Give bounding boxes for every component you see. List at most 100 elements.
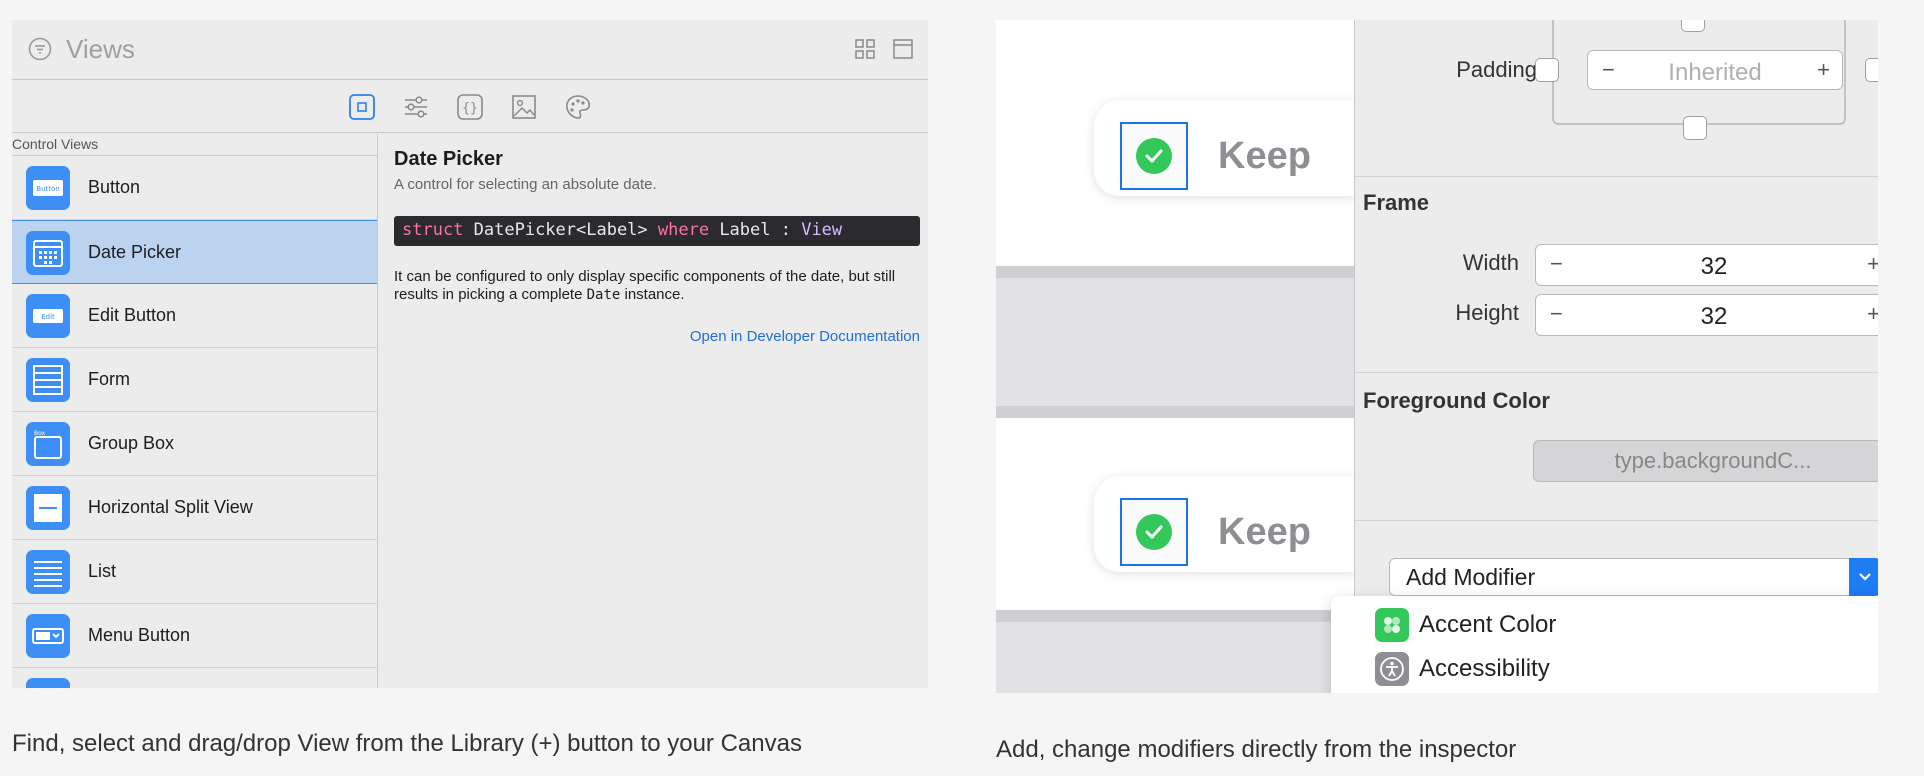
list-item-edit-button[interactable]: Edit Edit Button xyxy=(12,284,377,348)
list-item-horizontal-split-view[interactable]: Horizontal Split View xyxy=(12,476,377,540)
keep-card[interactable]: Keep xyxy=(1094,100,1356,196)
canvas-divider xyxy=(996,406,1354,418)
description-text: instance. xyxy=(620,286,685,303)
description-code: Date xyxy=(586,287,621,303)
increment-button[interactable]: + xyxy=(1867,251,1878,277)
views-tab-icon[interactable] xyxy=(348,93,376,121)
height-stepper[interactable]: − 32 + xyxy=(1535,294,1878,336)
filter-icon[interactable] xyxy=(28,37,52,61)
padding-trailing-checkbox[interactable] xyxy=(1865,58,1878,82)
list-section-header: Control Views xyxy=(12,134,377,156)
canvas-divider xyxy=(996,266,1354,278)
checkmark-icon xyxy=(1136,514,1172,550)
padding-top-checkbox[interactable] xyxy=(1681,20,1705,32)
svg-text:Button: Button xyxy=(36,185,59,193)
list-item-list[interactable]: List xyxy=(12,540,377,604)
caption-left: Find, select and drag/drop View from the… xyxy=(12,730,802,757)
edit-button-icon: Edit xyxy=(26,294,70,338)
list-item-label: Group Box xyxy=(88,433,175,453)
library-title: Views xyxy=(66,34,135,64)
library-panel: Views {} Control Views Button Button Dat… xyxy=(12,20,928,688)
svg-text:{}: {} xyxy=(462,101,478,116)
modifiers-tab-icon[interactable] xyxy=(402,93,430,121)
divider xyxy=(1355,520,1878,521)
list-item-label: Date Picker xyxy=(88,242,182,262)
grid-view-icon[interactable] xyxy=(854,38,876,60)
list-item-button[interactable]: Button Button xyxy=(12,156,377,220)
divider xyxy=(1355,176,1878,177)
list-item-icon xyxy=(26,678,70,688)
width-value[interactable]: 32 xyxy=(1536,253,1878,281)
canvas-preview: Keep Keep xyxy=(996,20,1356,693)
add-modifier-popup[interactable]: Add Modifier xyxy=(1389,558,1878,596)
control-views-list: Control Views Button Button Date Picker … xyxy=(12,134,378,688)
library-header: Views xyxy=(12,20,928,80)
list-item-group-box[interactable]: Box Group Box xyxy=(12,412,377,476)
horizontal-split-view-icon xyxy=(26,486,70,530)
detail-title: Date Picker xyxy=(394,148,503,170)
width-stepper[interactable]: − 32 + xyxy=(1535,244,1878,286)
width-label: Width xyxy=(1462,250,1519,275)
attributes-inspector: Padding − Inherited + Frame Width − 32 +… xyxy=(1331,20,1878,693)
height-label: Height xyxy=(1455,300,1519,325)
media-tab-icon[interactable] xyxy=(510,93,538,121)
window-view-icon[interactable] xyxy=(892,38,914,60)
list-item-partial[interactable] xyxy=(12,668,377,688)
canvas-divider xyxy=(996,610,1354,622)
code-text: Label : xyxy=(709,220,802,240)
keep-card[interactable]: Keep xyxy=(1094,476,1356,572)
canvas-band xyxy=(996,278,1354,416)
accessibility-icon xyxy=(1375,652,1409,686)
svg-text:Edit: Edit xyxy=(41,313,55,321)
checkbox-selection[interactable] xyxy=(1120,122,1188,190)
snippets-tab-icon[interactable]: {} xyxy=(456,93,484,121)
frame-section-title: Frame xyxy=(1363,190,1430,215)
detail-subtitle: A control for selecting an absolute date… xyxy=(394,176,657,193)
date-picker-icon xyxy=(26,231,70,275)
list-item-label: Horizontal Split View xyxy=(88,497,253,517)
group-box-icon: Box xyxy=(26,422,70,466)
library-tab-bar: {} xyxy=(12,81,928,133)
menu-item-label: Accent Color xyxy=(1419,611,1557,638)
code-declaration: struct DatePicker<Label> where Label : V… xyxy=(394,216,920,246)
list-icon xyxy=(26,550,70,594)
checkbox-selection[interactable] xyxy=(1120,498,1188,566)
menu-button-icon xyxy=(26,614,70,658)
list-item-label: List xyxy=(88,561,117,581)
code-text: DatePicker<Label> xyxy=(463,220,658,240)
inspector-screenshot: Keep Keep Padding − Inherited + Frame Wi… xyxy=(996,20,1878,693)
foreground-color-field[interactable]: type.backgroundC... xyxy=(1533,440,1878,482)
chevron-down-icon[interactable] xyxy=(1849,558,1878,596)
developer-docs-link[interactable]: Open in Developer Documentation xyxy=(690,328,920,345)
list-item-label: Menu Button xyxy=(88,625,191,645)
canvas-band xyxy=(996,622,1354,693)
padding-bottom-checkbox[interactable] xyxy=(1683,116,1707,140)
checkmark-icon xyxy=(1136,138,1172,174)
list-item-menu-button[interactable]: Menu Button xyxy=(12,604,377,668)
color-palette-tab-icon[interactable] xyxy=(564,93,592,121)
code-type: View xyxy=(801,220,843,240)
detail-pane: Date Picker A control for selecting an a… xyxy=(378,134,928,688)
accent-color-icon xyxy=(1375,608,1409,642)
form-icon xyxy=(26,358,70,402)
list-item-label: Button xyxy=(88,177,141,197)
list-item-date-picker[interactable]: Date Picker xyxy=(12,220,377,284)
height-value[interactable]: 32 xyxy=(1536,303,1878,331)
code-keyword: where xyxy=(657,220,710,240)
list-item-form[interactable]: Form xyxy=(12,348,377,412)
keep-label: Keep xyxy=(1218,511,1311,553)
modifier-menu: Accent Color Accessibility xyxy=(1331,596,1878,693)
padding-stepper[interactable]: − Inherited + xyxy=(1587,50,1843,90)
menu-item-label: Accessibility xyxy=(1419,655,1550,682)
padding-value: Inherited xyxy=(1668,59,1762,86)
foreground-color-title: Foreground Color xyxy=(1363,388,1550,413)
code-keyword: struct xyxy=(402,220,464,240)
increment-button[interactable]: + xyxy=(1817,57,1830,83)
padding-label: Padding xyxy=(1456,57,1537,82)
divider xyxy=(1355,372,1878,373)
list-item-label: Edit Button xyxy=(88,305,177,325)
increment-button[interactable]: + xyxy=(1867,301,1878,327)
add-modifier-label: Add Modifier xyxy=(1406,564,1536,590)
svg-text:Box: Box xyxy=(34,430,46,437)
padding-leading-checkbox[interactable] xyxy=(1535,58,1559,82)
